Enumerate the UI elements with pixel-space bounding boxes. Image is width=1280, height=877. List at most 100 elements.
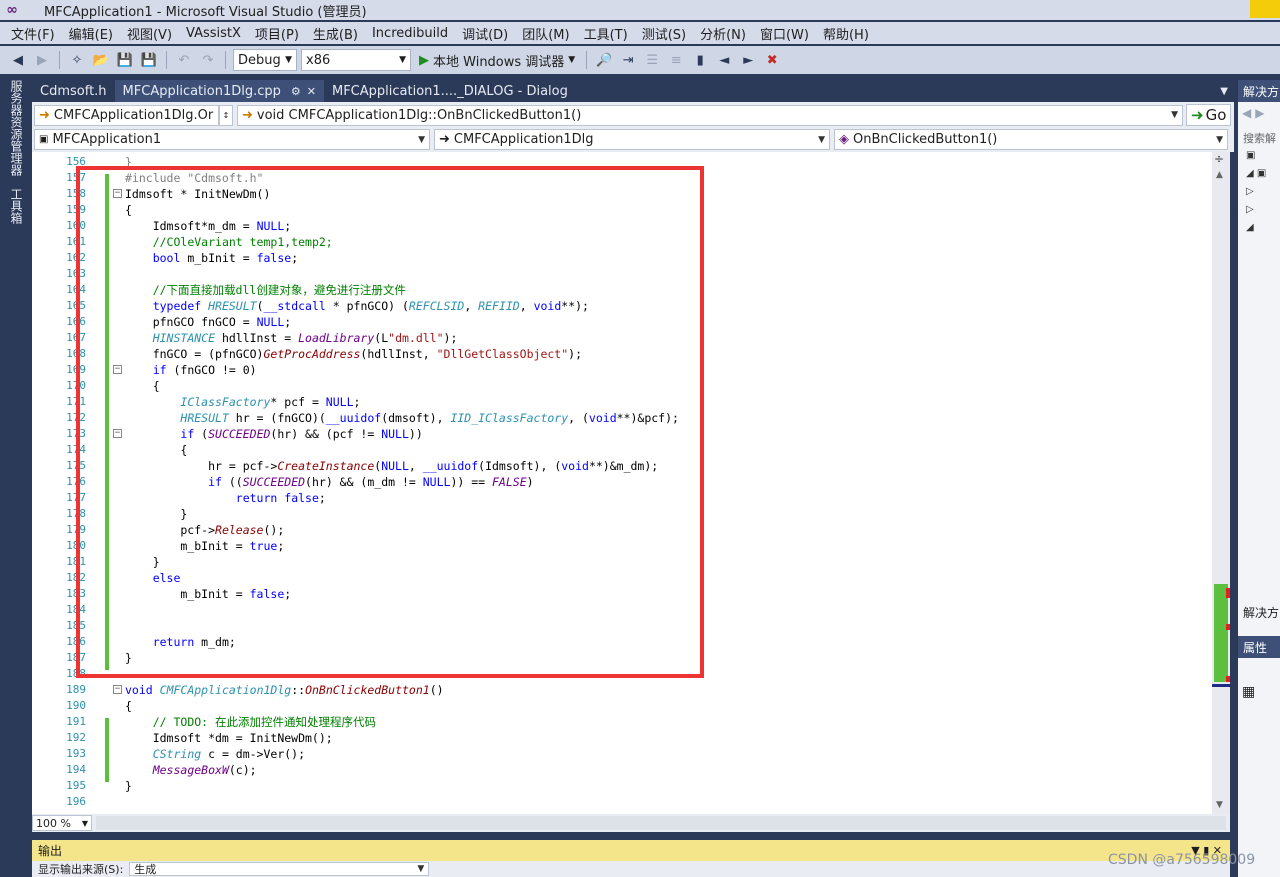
project-node[interactable]: ◢ ▣: [1246, 168, 1280, 186]
code-line[interactable]: 178 }: [32, 506, 1212, 522]
editor-horizontal-scrollbar[interactable]: [96, 816, 1226, 830]
tree-node[interactable]: ▷: [1246, 204, 1280, 222]
tab-overflow-icon[interactable]: ▼: [1220, 80, 1234, 102]
solution-config-select[interactable]: Debug ▼: [233, 49, 297, 71]
menu-item[interactable]: 编辑(E): [62, 24, 120, 43]
code-line[interactable]: 182 else: [32, 570, 1212, 586]
menu-item[interactable]: 分析(N): [693, 24, 753, 43]
categorized-icon[interactable]: ▦: [1242, 684, 1255, 700]
code-line[interactable]: 175 hr = pcf->CreateInstance(NULL, __uui…: [32, 458, 1212, 474]
function-navigation-combo[interactable]: ➜ void CMFCApplication1Dlg::OnBnClickedB…: [237, 104, 1183, 126]
menu-item[interactable]: 窗口(W): [753, 24, 816, 43]
code-line[interactable]: 189 − void CMFCApplication1Dlg::OnBnClicke…: [32, 682, 1212, 698]
code-line[interactable]: 196: [32, 794, 1212, 810]
solution-explorer-tab[interactable]: 解决方: [1243, 604, 1279, 621]
start-debugger-button[interactable]: ▶ 本地 Windows 调试器 ▼: [415, 51, 579, 70]
zoom-select[interactable]: 100 % ▼: [32, 815, 92, 831]
go-button[interactable]: ➜ Go: [1186, 104, 1232, 126]
code-line[interactable]: 157 #include "Cdmsoft.h": [32, 170, 1212, 186]
code-line[interactable]: 177 return false;: [32, 490, 1212, 506]
tree-node[interactable]: ▷: [1246, 186, 1280, 204]
forward-icon[interactable]: ▶: [32, 50, 52, 70]
forward-icon[interactable]: ▶: [1255, 106, 1264, 120]
code-line[interactable]: 166 pfnGCO fnGCO = NULL;: [32, 314, 1212, 330]
code-line[interactable]: 156}: [32, 154, 1212, 170]
format-icon[interactable]: ☰: [642, 50, 662, 70]
solution-search-box[interactable]: 搜索解: [1238, 130, 1280, 150]
code-line[interactable]: 186 return m_dm;: [32, 634, 1212, 650]
code-line[interactable]: 158 − Idmsoft * InitNewDm(): [32, 186, 1212, 202]
undo-icon[interactable]: ↶: [174, 50, 194, 70]
code-line[interactable]: 161 //COleVariant temp1,temp2;: [32, 234, 1212, 250]
code-line[interactable]: 168 fnGCO = (pfnGCO)GetProcAddress(hdllI…: [32, 346, 1212, 362]
menu-item[interactable]: Incredibuild: [365, 26, 455, 41]
code-line[interactable]: 180 m_bInit = true;: [32, 538, 1212, 554]
collapse-icon[interactable]: −: [113, 189, 122, 198]
bookmark-icon[interactable]: ▮: [690, 50, 710, 70]
code-line[interactable]: 159 {: [32, 202, 1212, 218]
solution-explorer-title[interactable]: 解决方: [1238, 80, 1280, 102]
tab-mfcapplication1dlg-cpp[interactable]: MFCApplication1Dlg.cpp ⚙ ✕: [114, 80, 324, 102]
project-combo[interactable]: ▣ MFCApplication1 ▼: [34, 129, 430, 150]
code-editor[interactable]: 156} 157 #include "Cdmsoft.h" 158− Idmsoft *…: [32, 152, 1230, 814]
output-source-select[interactable]: 生成 ▼: [129, 862, 430, 876]
code-line[interactable]: 163: [32, 266, 1212, 282]
code-line[interactable]: 194 MessageBoxW(c);: [32, 762, 1212, 778]
code-line[interactable]: 185: [32, 618, 1212, 634]
pin-icon[interactable]: ⚙: [291, 85, 301, 98]
prev-bookmark-icon[interactable]: ◄: [714, 50, 734, 70]
code-line[interactable]: 191 // TODO: 在此添加控件通知处理程序代码: [32, 714, 1212, 730]
code-line[interactable]: 187}: [32, 650, 1212, 666]
menu-item[interactable]: VAssistX: [179, 26, 248, 41]
code-line[interactable]: 169 − if (fnGCO != 0): [32, 362, 1212, 378]
solution-node[interactable]: ▣: [1246, 150, 1280, 168]
collapse-icon[interactable]: −: [113, 429, 122, 438]
menu-item[interactable]: 生成(B): [306, 24, 365, 43]
scroll-down-icon[interactable]: ▼: [1216, 800, 1223, 810]
menu-item[interactable]: 测试(S): [635, 24, 693, 43]
menu-item[interactable]: 文件(F): [4, 24, 62, 43]
spin-icon[interactable]: ↕: [219, 104, 233, 126]
code-line[interactable]: 179 pcf->Release();: [32, 522, 1212, 538]
menu-item[interactable]: 项目(P): [248, 24, 306, 43]
redo-icon[interactable]: ↷: [198, 50, 218, 70]
code-line[interactable]: 195}: [32, 778, 1212, 794]
code-line[interactable]: 181 }: [32, 554, 1212, 570]
indent-icon[interactable]: ≡: [666, 50, 686, 70]
collapse-icon[interactable]: −: [113, 685, 122, 694]
menu-item[interactable]: 工具(T): [577, 24, 635, 43]
next-bookmark-icon[interactable]: ►: [738, 50, 758, 70]
menu-item[interactable]: 帮助(H): [816, 24, 876, 43]
code-line[interactable]: 172 HRESULT hr = (fnGCO)(__uuidof(dmsoft…: [32, 410, 1212, 426]
close-icon[interactable]: ✕: [307, 85, 316, 98]
code-line[interactable]: 167 HINSTANCE hdllInst = LoadLibrary(L"d…: [32, 330, 1212, 346]
code-line[interactable]: 190 {: [32, 698, 1212, 714]
menu-item[interactable]: 团队(M): [515, 24, 576, 43]
properties-title[interactable]: 属性: [1238, 636, 1280, 658]
open-folder-icon[interactable]: 📂: [91, 50, 111, 70]
tab-dialog-resource[interactable]: MFCApplication1...._DIALOG - Dialog: [324, 80, 576, 102]
code-line[interactable]: 176 if ((SUCCEEDED(hr) && (m_dm != NULL)…: [32, 474, 1212, 490]
back-icon[interactable]: ◀: [8, 50, 28, 70]
collapse-icon[interactable]: −: [113, 365, 122, 374]
code-line[interactable]: 170 {: [32, 378, 1212, 394]
notification-flag[interactable]: [1250, 0, 1280, 18]
code-line[interactable]: 183 m_bInit = false;: [32, 586, 1212, 602]
code-line[interactable]: 173 − if (SUCCEEDED(hr) && (pcf != NULL)): [32, 426, 1212, 442]
menu-item[interactable]: 调试(D): [455, 24, 515, 43]
code-line[interactable]: 164 //下面直接加载dll创建对象，避免进行注册文件: [32, 282, 1212, 298]
code-line[interactable]: 162 bool m_bInit = false;: [32, 250, 1212, 266]
split-icon[interactable]: ÷: [1214, 152, 1228, 166]
code-line[interactable]: 165 typedef HRESULT(__stdcall * pfnGCO) …: [32, 298, 1212, 314]
clear-bookmarks-icon[interactable]: ✖: [762, 50, 782, 70]
back-icon[interactable]: ◀: [1242, 106, 1251, 120]
scope-combo[interactable]: ➜ CMFCApplication1Dlg ▼: [434, 129, 830, 150]
menu-item[interactable]: 视图(V): [120, 24, 179, 43]
tab-cdmsoft-h[interactable]: Cdmsoft.h: [32, 80, 115, 102]
code-line[interactable]: 192 Idmsoft *dm = InitNewDm();: [32, 730, 1212, 746]
code-line[interactable]: 160 Idmsoft*m_dm = NULL;: [32, 218, 1212, 234]
class-navigation-combo[interactable]: ➜ CMFCApplication1Dlg.Or: [34, 104, 219, 126]
member-combo[interactable]: ◈ OnBnClickedButton1() ▼: [834, 129, 1228, 150]
code-line[interactable]: 184: [32, 602, 1212, 618]
code-line[interactable]: 193 CString c = dm->Ver();: [32, 746, 1212, 762]
